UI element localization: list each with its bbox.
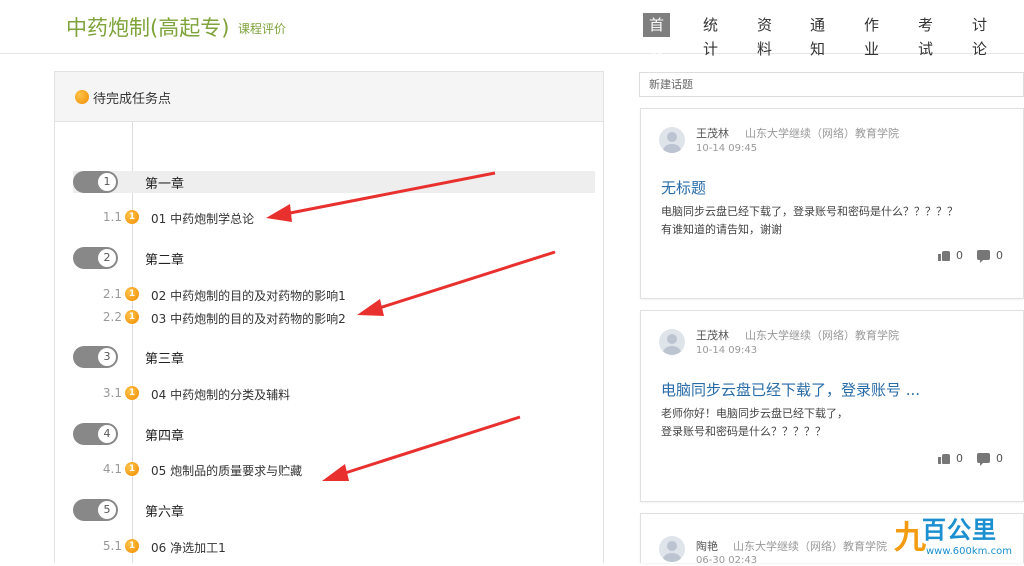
- post-time: 10-14 09:43: [696, 345, 758, 356]
- post-stats: 00: [938, 248, 1003, 263]
- chapter-number: 5: [98, 501, 116, 519]
- post-time: 10-14 09:45: [696, 143, 758, 154]
- post-author[interactable]: 陶艳: [696, 538, 718, 554]
- lesson-item[interactable]: 2.1 1 02 中药炮制的目的及对药物的影响1: [55, 286, 595, 304]
- lesson-item[interactable]: 5.1 1 06 净选加工1: [55, 538, 595, 556]
- post-title[interactable]: 电脑同步云盘已经下载了，登录账号 ...: [661, 379, 920, 400]
- new-topic-input[interactable]: 新建话题: [639, 72, 1024, 97]
- chapter-toggle[interactable]: 2: [73, 247, 118, 269]
- avatar: [659, 329, 685, 355]
- lesson-link[interactable]: 04 中药炮制的分类及辅料: [151, 386, 290, 403]
- post-stats: 00: [938, 451, 1003, 466]
- chapter-label: 第六章: [145, 505, 185, 520]
- task-badge-icon: 1: [125, 462, 139, 476]
- nav-materials[interactable]: 资料: [751, 13, 778, 58]
- lesson-link[interactable]: 02 中药炮制的目的及对药物的影响1: [151, 287, 346, 304]
- lesson-number: 2.1: [102, 287, 122, 301]
- lesson-item[interactable]: 2.2 1 03 中药炮制的目的及对药物的影响2: [55, 309, 595, 327]
- task-panel-header: 待完成任务点: [55, 72, 603, 122]
- lesson-link[interactable]: 03 中药炮制的目的及对药物的影响2: [151, 310, 346, 327]
- task-panel-title: 待完成任务点: [93, 92, 172, 107]
- chapter-label: 第三章: [145, 352, 185, 367]
- post-author[interactable]: 王茂林: [696, 125, 729, 141]
- chapter-row[interactable]: 4 第四章: [73, 423, 595, 445]
- task-badge-icon: 1: [125, 386, 139, 400]
- chapter-label: 第四章: [145, 429, 185, 444]
- nav-discussion[interactable]: 讨论: [966, 13, 993, 58]
- nav-exams[interactable]: 考试: [912, 13, 939, 58]
- chapter-row[interactable]: 5 第六章: [73, 499, 595, 521]
- post-body-line: 老师你好！电脑同步云盘已经下载了，: [661, 407, 848, 420]
- chapter-number: 4: [98, 425, 116, 443]
- like-count: 0: [956, 451, 963, 465]
- course-title[interactable]: 中药炮制(高起专): [66, 12, 229, 42]
- task-badge-icon: 1: [125, 210, 139, 224]
- nav-stats[interactable]: 统计: [697, 13, 724, 58]
- lesson-number: 2.2: [102, 310, 122, 324]
- comment-icon[interactable]: [977, 453, 990, 466]
- comment-count: 0: [996, 451, 1003, 465]
- post-body-line: 有谁知道的请告知，谢谢: [661, 223, 782, 236]
- lesson-number: 3.1: [102, 386, 122, 400]
- lesson-item[interactable]: 1.1 1 01 中药炮制学总论: [55, 209, 595, 227]
- nav-home[interactable]: 首页: [643, 13, 671, 58]
- nav-homework[interactable]: 作业: [858, 13, 885, 58]
- lesson-item[interactable]: 4.1 1 05 炮制品的质量要求与贮藏: [55, 461, 595, 479]
- discussion-card[interactable]: 王茂林 山东大学继续（网络）教育学院 10-14 09:43 电脑同步云盘已经下…: [640, 310, 1024, 502]
- chapter-row[interactable]: 3 第三章: [73, 346, 595, 368]
- comment-icon[interactable]: [977, 250, 990, 263]
- lesson-link[interactable]: 01 中药炮制学总论: [151, 210, 254, 227]
- comment-count: 0: [996, 248, 1003, 262]
- like-count: 0: [956, 248, 963, 262]
- lesson-number: 4.1: [102, 462, 122, 476]
- post-title[interactable]: 无标题: [661, 177, 706, 198]
- post-author[interactable]: 王茂林: [696, 327, 729, 343]
- post-time: 06-30 02:43: [696, 555, 758, 566]
- avatar: [659, 127, 685, 153]
- chapter-row[interactable]: 1 第一章: [73, 171, 595, 193]
- chapter-toggle[interactable]: 3: [73, 346, 118, 368]
- lesson-link[interactable]: 06 净选加工1: [151, 539, 226, 556]
- chapter-toggle[interactable]: 4: [73, 423, 118, 445]
- post-body-line: 登录账号和密码是什么？？？？？: [661, 425, 826, 438]
- task-badge-icon: 1: [125, 310, 139, 324]
- post-body: 老师你好！电脑同步云盘已经下载了， 登录账号和密码是什么？？？？？: [661, 405, 848, 441]
- chapter-number: 2: [98, 249, 116, 267]
- chapter-label: 第二章: [145, 253, 185, 268]
- lesson-number: 5.1: [102, 539, 122, 553]
- chapter-toggle[interactable]: 1: [73, 171, 118, 193]
- chapter-label: 第一章: [145, 177, 185, 192]
- post-body: 电脑同步云盘已经下载了，登录账号和密码是什么？？？？？ 有谁知道的请告知，谢谢: [661, 203, 958, 239]
- chapter-number: 1: [98, 173, 116, 191]
- watermark-brand: 百公里: [922, 516, 997, 544]
- post-org: 山东大学继续（网络）教育学院: [745, 127, 899, 140]
- top-bar: 中药炮制(高起专) 课程评价 首页 统计 资料 通知 作业 考试 讨论: [0, 0, 1024, 58]
- site-watermark: 九 百公里 www.600km.com: [890, 508, 1024, 563]
- task-panel: 待完成任务点 1 第一章 1.1 1 01 中药炮制学总论 2 第二章 2.1 …: [54, 71, 604, 563]
- thumbs-up-icon[interactable]: [938, 453, 950, 464]
- nav-notices[interactable]: 通知: [804, 13, 831, 58]
- watermark-url: www.600km.com: [926, 546, 1012, 557]
- task-badge-icon: 1: [125, 287, 139, 301]
- status-dot-icon: [75, 90, 89, 104]
- lesson-number: 1.1: [102, 210, 122, 224]
- lesson-item[interactable]: 3.1 1 04 中药炮制的分类及辅料: [55, 385, 595, 403]
- post-org: 山东大学继续（网络）教育学院: [733, 540, 887, 553]
- thumbs-up-icon[interactable]: [938, 250, 950, 261]
- avatar: [659, 536, 685, 562]
- course-eval-link[interactable]: 课程评价: [238, 20, 286, 37]
- task-badge-icon: 1: [125, 539, 139, 553]
- post-body-line: 电脑同步云盘已经下载了，登录账号和密码是什么？？？？？: [661, 205, 958, 218]
- chapter-row[interactable]: 2 第二章: [73, 247, 595, 269]
- post-org: 山东大学继续（网络）教育学院: [745, 329, 899, 342]
- chapter-number: 3: [98, 348, 116, 366]
- chapter-toggle[interactable]: 5: [73, 499, 118, 521]
- discussion-card[interactable]: 王茂林 山东大学继续（网络）教育学院 10-14 09:45 无标题 电脑同步云…: [640, 108, 1024, 299]
- lesson-link[interactable]: 05 炮制品的质量要求与贮藏: [151, 462, 302, 479]
